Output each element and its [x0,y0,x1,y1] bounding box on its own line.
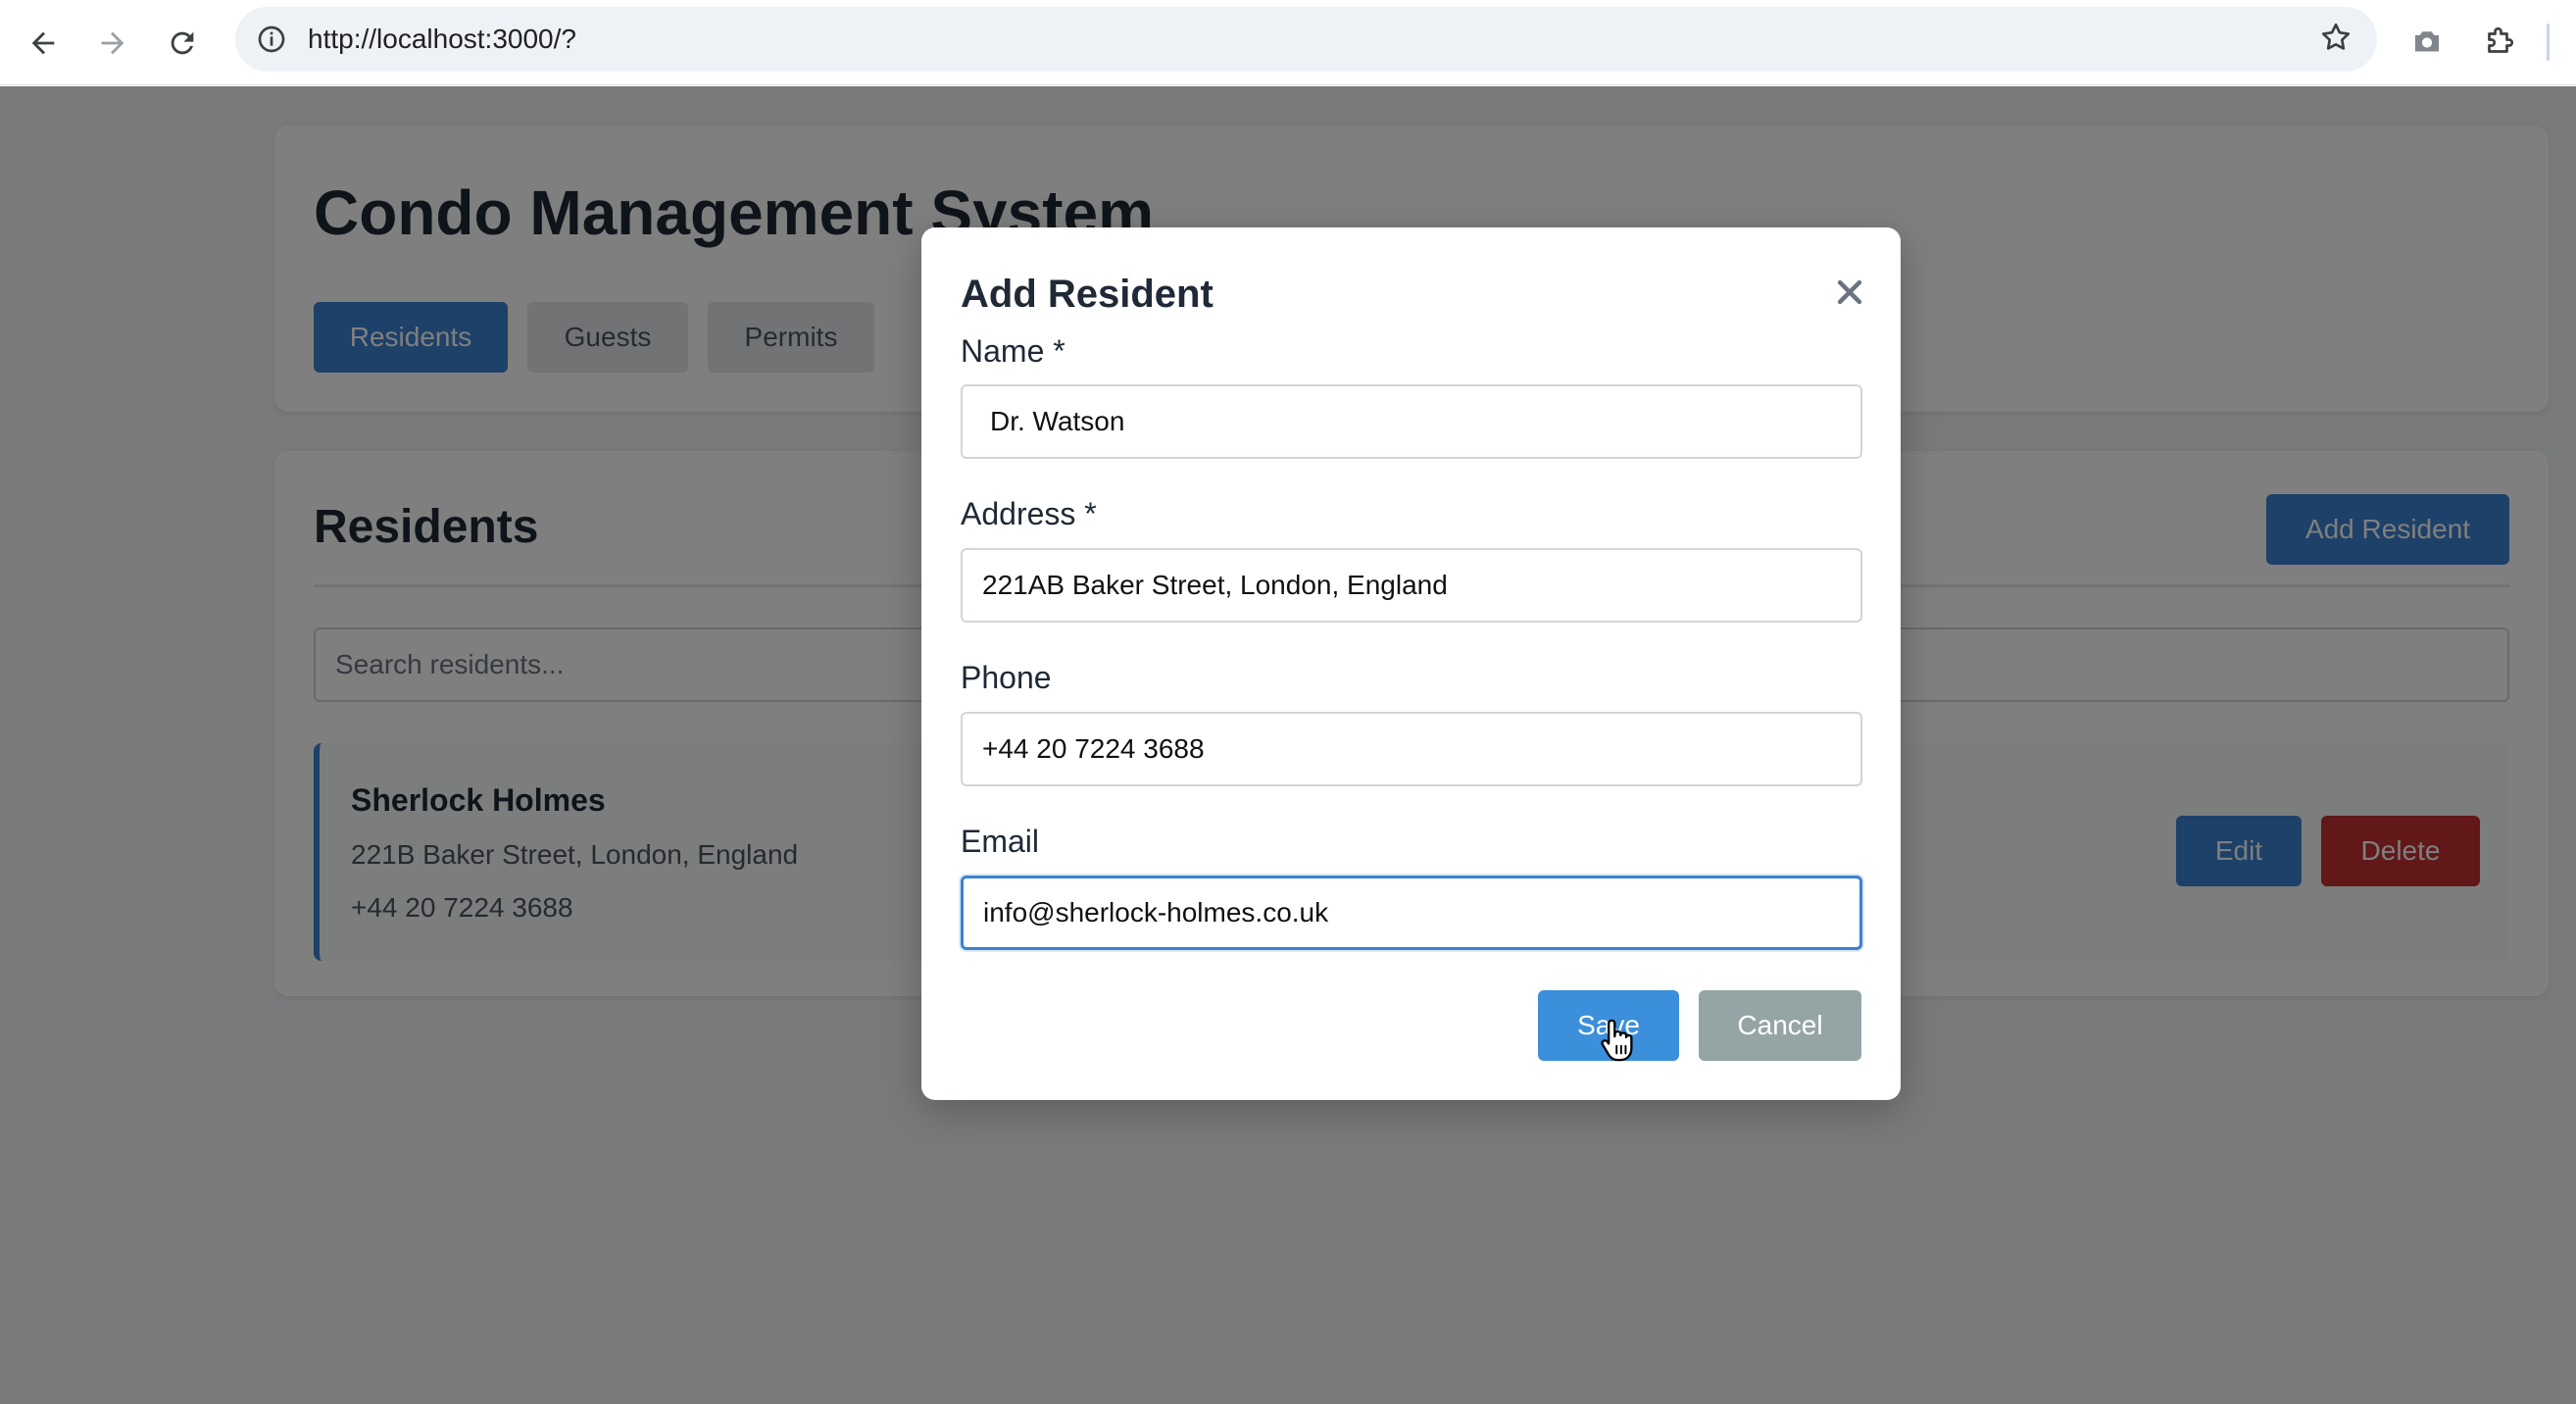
name-input[interactable]: Dr. Watson [961,384,1862,459]
add-resident-modal: Add Resident Name * Dr. Watson Address *… [921,227,1901,1100]
arrow-right-icon [101,31,124,55]
modal-title: Add Resident [961,273,1214,316]
hand-pointer-icon [1601,1019,1633,1062]
address-label: Address * [961,496,1097,531]
phone-label: Phone [961,660,1052,695]
url-text[interactable]: http://localhost:3000/? [308,24,576,55]
arrow-left-icon [31,31,55,55]
address-input[interactable]: 221AB Baker Street, London, England [961,548,1862,623]
address-bar[interactable]: http://localhost:3000/? [235,7,2377,72]
forward-button[interactable] [85,16,140,71]
close-modal-button[interactable] [1826,269,1873,316]
reload-icon [171,31,194,55]
toolbar-divider [2547,24,2550,61]
email-input[interactable]: info@sherlock-holmes.co.uk [961,876,1862,950]
cancel-button[interactable]: Cancel [1699,990,1861,1061]
reload-button[interactable] [155,16,210,71]
browser-toolbar: http://localhost:3000/? [0,0,2576,85]
extensions-puzzle-icon[interactable] [2476,18,2523,65]
site-info-icon[interactable] [251,19,292,60]
name-label: Name * [961,333,1065,369]
email-label: Email [961,824,1040,859]
bookmark-star-icon[interactable] [2318,20,2357,59]
back-button[interactable] [16,16,71,71]
camera-icon[interactable] [2403,18,2451,65]
phone-input[interactable]: +44 20 7224 3688 [961,712,1862,786]
close-icon [1837,279,1862,305]
